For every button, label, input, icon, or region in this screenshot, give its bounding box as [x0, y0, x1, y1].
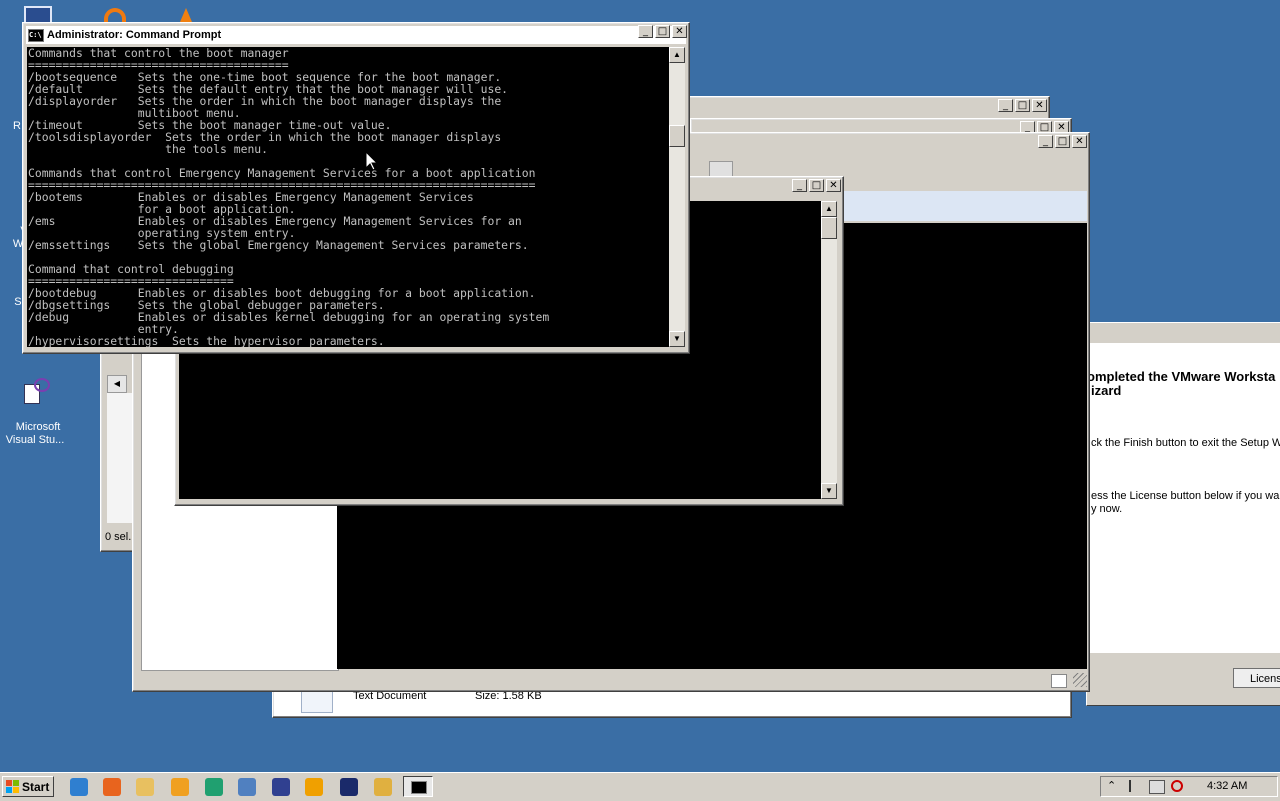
minimize-button[interactable]: _: [638, 25, 653, 38]
network-icon[interactable]: [238, 778, 256, 796]
scroll-up-button[interactable]: ▲: [821, 201, 837, 217]
tab-strip: [843, 191, 1087, 221]
mouse-cursor-icon: [366, 152, 378, 171]
close-button[interactable]: ✕: [672, 25, 687, 38]
minimize-button[interactable]: _: [998, 99, 1013, 112]
clock[interactable]: 4:32 AM: [1207, 780, 1247, 792]
app-icon[interactable]: [272, 778, 290, 796]
firefox-icon[interactable]: [103, 778, 121, 796]
console-output[interactable]: Commands that control the boot manager ==…: [27, 47, 670, 347]
console-line: /emssettings Sets the global Emergency M…: [28, 238, 529, 252]
desktop-icon-label: R: [13, 120, 21, 132]
scroll-down-button[interactable]: ▼: [821, 483, 837, 499]
maximize-button[interactable]: □: [1015, 99, 1030, 112]
visual-studio-icon: [20, 378, 50, 404]
minimize-button[interactable]: _: [792, 179, 807, 192]
scroll-up-button[interactable]: ▲: [669, 47, 685, 63]
system-tray: ⌃ 4:32 AM: [1100, 776, 1278, 797]
taskbar-cmd-button[interactable]: [403, 776, 433, 797]
start-label: Start: [22, 779, 50, 794]
vertical-scrollbar[interactable]: ▲ ▼: [669, 47, 685, 347]
command-prompt-icon: C:\: [28, 28, 44, 42]
status-selection: 0 sel.: [105, 531, 132, 543]
visual-studio-icon[interactable]: [340, 778, 358, 796]
desktop-icon-visual-studio[interactable]: Microsoft Visual Stu...: [0, 352, 70, 447]
tool-icon[interactable]: [374, 778, 392, 796]
media-icon[interactable]: [305, 778, 323, 796]
start-button[interactable]: Start: [2, 776, 54, 797]
wizard-finish-text: ck the Finish button to exit the Setup W: [1091, 437, 1280, 449]
browser-icon[interactable]: [205, 778, 223, 796]
close-button[interactable]: ✕: [1032, 99, 1047, 112]
folder-icon[interactable]: [136, 778, 154, 796]
scroll-thumb[interactable]: [669, 125, 685, 147]
title-bar[interactable]: C:\ Administrator: Command Prompt: [26, 26, 686, 44]
maximize-button[interactable]: □: [1055, 135, 1070, 148]
flag-icon[interactable]: [1129, 780, 1143, 792]
window-title: Administrator: Command Prompt: [47, 29, 222, 41]
console-line: /hypervisorsettings Sets the hypervisor …: [28, 334, 385, 347]
windows-logo-icon: [6, 780, 19, 793]
scroll-thumb[interactable]: [821, 217, 837, 239]
status-icon: [1051, 674, 1067, 688]
close-button[interactable]: ✕: [826, 179, 841, 192]
wizard-license-text: ess the License button below if you war …: [1091, 490, 1280, 515]
minimize-button[interactable]: _: [1038, 135, 1053, 148]
volume-icon[interactable]: [1171, 780, 1183, 792]
resize-grip[interactable]: [1073, 673, 1087, 687]
command-prompt-icon: [411, 781, 427, 794]
maximize-button[interactable]: □: [655, 25, 670, 38]
ie-icon[interactable]: [70, 778, 88, 796]
network-icon[interactable]: [1149, 780, 1165, 794]
maximize-button[interactable]: □: [809, 179, 824, 192]
close-button[interactable]: ✕: [1072, 135, 1087, 148]
vertical-scrollbar[interactable]: ▲ ▼: [821, 201, 837, 499]
vmware-setup-window[interactable]: ompleted the VMware Worksta izard ck the…: [1086, 322, 1280, 706]
show-hidden-icons-button[interactable]: ⌃: [1107, 779, 1116, 792]
vlc-desktop-icon[interactable]: [180, 8, 192, 22]
scroll-down-button[interactable]: ▼: [669, 331, 685, 347]
console-line: the tools menu.: [28, 142, 269, 156]
firefox-desktop-icon[interactable]: [104, 8, 126, 22]
media-player-icon[interactable]: [171, 778, 189, 796]
license-button[interactable]: Licens: [1233, 668, 1280, 688]
taskbar: Start ⌃ 4:32 AM: [0, 772, 1280, 801]
title-bar[interactable]: [684, 100, 1046, 118]
command-prompt-window[interactable]: C:\ Administrator: Command Prompt _ □ ✕ …: [22, 22, 690, 354]
scroll-left-arrow[interactable]: ◀: [107, 375, 127, 393]
wizard-heading: ompleted the VMware Worksta izard: [1087, 369, 1276, 398]
